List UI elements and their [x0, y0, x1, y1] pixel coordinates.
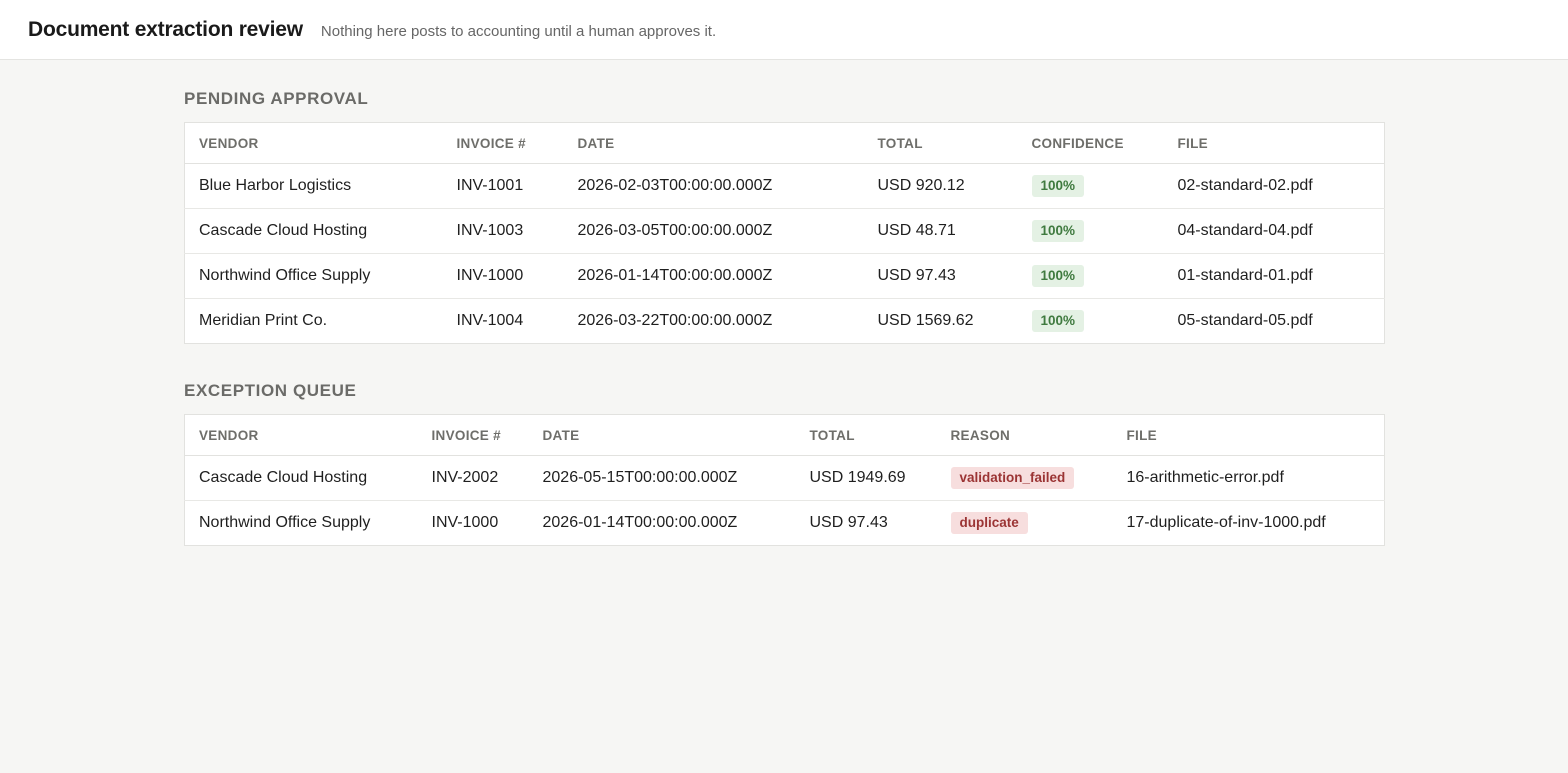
total-cell: USD 97.43 — [863, 253, 1018, 299]
date-cell: 2026-01-14T00:00:00.000Z — [542, 514, 738, 531]
invoice-cell: INV-1000 — [442, 253, 564, 299]
vendor-cell: Northwind Office Supply — [184, 253, 443, 299]
table-header-row: VENDOR INVOICE # DATE TOTAL REASON FILE — [184, 414, 1385, 456]
total-cell: USD 1949.69 — [795, 455, 937, 501]
confidence-badge: 100% — [1031, 175, 1085, 197]
file-cell[interactable]: 17-duplicate-of-inv-1000.pdf — [1113, 501, 1385, 546]
pending-approval-heading: PENDING APPROVAL — [184, 89, 369, 108]
column-header-invoice[interactable]: INVOICE # — [417, 414, 529, 456]
column-header-total[interactable]: TOTAL — [863, 122, 1018, 164]
total-cell: USD 97.43 — [809, 514, 888, 531]
column-header-reason[interactable]: REASON — [936, 414, 1113, 456]
top-bar: Document extraction review Nothing here … — [0, 0, 1568, 60]
confidence-badge: 100% — [1031, 265, 1085, 287]
invoice-cell: INV-1000 — [431, 514, 499, 531]
pending-approval-section: PENDING APPROVAL VENDOR INVOICE # DATE T… — [184, 88, 1385, 344]
total-cell: USD 920.12 — [863, 163, 1018, 209]
pending-approval-table: VENDOR INVOICE # DATE TOTAL CONFIDENCE F… — [184, 122, 1385, 344]
table-row[interactable]: Cascade Cloud Hosting INV-1003 2026-03-0… — [184, 208, 1385, 254]
reason-cell: duplicate — [937, 501, 1113, 546]
exception-queue-section: EXCEPTION QUEUE VENDOR INVOICE # DATE TO… — [184, 380, 1385, 546]
date-cell: 2026-03-05T00:00:00.000Z — [563, 208, 864, 254]
vendor-cell: Northwind Office Supply — [199, 514, 371, 531]
confidence-badge: 100% — [1031, 220, 1085, 242]
reason-cell: validation_failed — [936, 455, 1113, 501]
file-cell[interactable]: 02-standard-02.pdf — [1163, 163, 1385, 209]
total-cell: USD 48.71 — [863, 208, 1018, 254]
column-header-file[interactable]: FILE — [1112, 414, 1385, 456]
page-title: Document extraction review — [28, 17, 303, 41]
column-header-vendor[interactable]: VENDOR — [184, 122, 443, 164]
table-row[interactable]: Cascade Cloud Hosting INV-2002 2026-05-1… — [184, 455, 1385, 501]
reason-badge: duplicate — [950, 512, 1028, 534]
reason-badge: validation_failed — [950, 467, 1075, 489]
vendor-cell: Cascade Cloud Hosting — [184, 208, 443, 254]
date-cell: 2026-03-22T00:00:00.000Z — [577, 312, 773, 329]
file-cell[interactable]: 04-standard-04.pdf — [1163, 208, 1385, 254]
column-header-file[interactable]: FILE — [1163, 122, 1385, 164]
table-row[interactable]: Northwind Office Supply INV-1000 2026-01… — [185, 501, 1385, 546]
column-header-date[interactable]: DATE — [563, 122, 864, 164]
file-cell[interactable]: 05-standard-05.pdf — [1164, 299, 1385, 344]
file-cell[interactable]: 16-arithmetic-error.pdf — [1112, 455, 1385, 501]
date-cell: 2026-02-03T00:00:00.000Z — [563, 163, 864, 209]
date-cell: 2026-05-15T00:00:00.000Z — [528, 455, 796, 501]
confidence-cell: 100% — [1017, 253, 1164, 299]
invoice-cell: INV-1001 — [442, 163, 564, 209]
vendor-cell: Cascade Cloud Hosting — [184, 455, 418, 501]
page-subtitle: Nothing here posts to accounting until a… — [320, 22, 717, 40]
total-cell: USD 1569.62 — [877, 312, 974, 329]
column-header-invoice[interactable]: INVOICE # — [442, 122, 564, 164]
exception-queue-table: VENDOR INVOICE # DATE TOTAL REASON FILE … — [184, 414, 1385, 546]
table-row[interactable]: Meridian Print Co. INV-1004 2026-03-22T0… — [185, 299, 1385, 344]
confidence-badge: 100% — [1031, 310, 1085, 332]
column-header-date[interactable]: DATE — [528, 414, 796, 456]
invoice-cell: INV-1004 — [456, 312, 524, 329]
table-row[interactable]: Blue Harbor Logistics INV-1001 2026-02-0… — [184, 163, 1385, 209]
invoice-cell: INV-2002 — [417, 455, 529, 501]
file-cell[interactable]: 01-standard-01.pdf — [1163, 253, 1385, 299]
confidence-cell: 100% — [1017, 163, 1164, 209]
exception-queue-heading: EXCEPTION QUEUE — [184, 381, 357, 400]
confidence-cell: 100% — [1017, 208, 1164, 254]
column-header-confidence[interactable]: CONFIDENCE — [1017, 122, 1164, 164]
table-row[interactable]: Northwind Office Supply INV-1000 2026-01… — [184, 253, 1385, 299]
confidence-cell: 100% — [1018, 299, 1164, 344]
column-header-vendor[interactable]: VENDOR — [184, 414, 418, 456]
invoice-cell: INV-1003 — [442, 208, 564, 254]
date-cell: 2026-01-14T00:00:00.000Z — [563, 253, 864, 299]
column-header-total[interactable]: TOTAL — [795, 414, 937, 456]
table-header-row: VENDOR INVOICE # DATE TOTAL CONFIDENCE F… — [184, 122, 1385, 164]
vendor-cell: Blue Harbor Logistics — [184, 163, 443, 209]
main-content: PENDING APPROVAL VENDOR INVOICE # DATE T… — [184, 60, 1385, 546]
vendor-cell: Meridian Print Co. — [199, 312, 328, 329]
